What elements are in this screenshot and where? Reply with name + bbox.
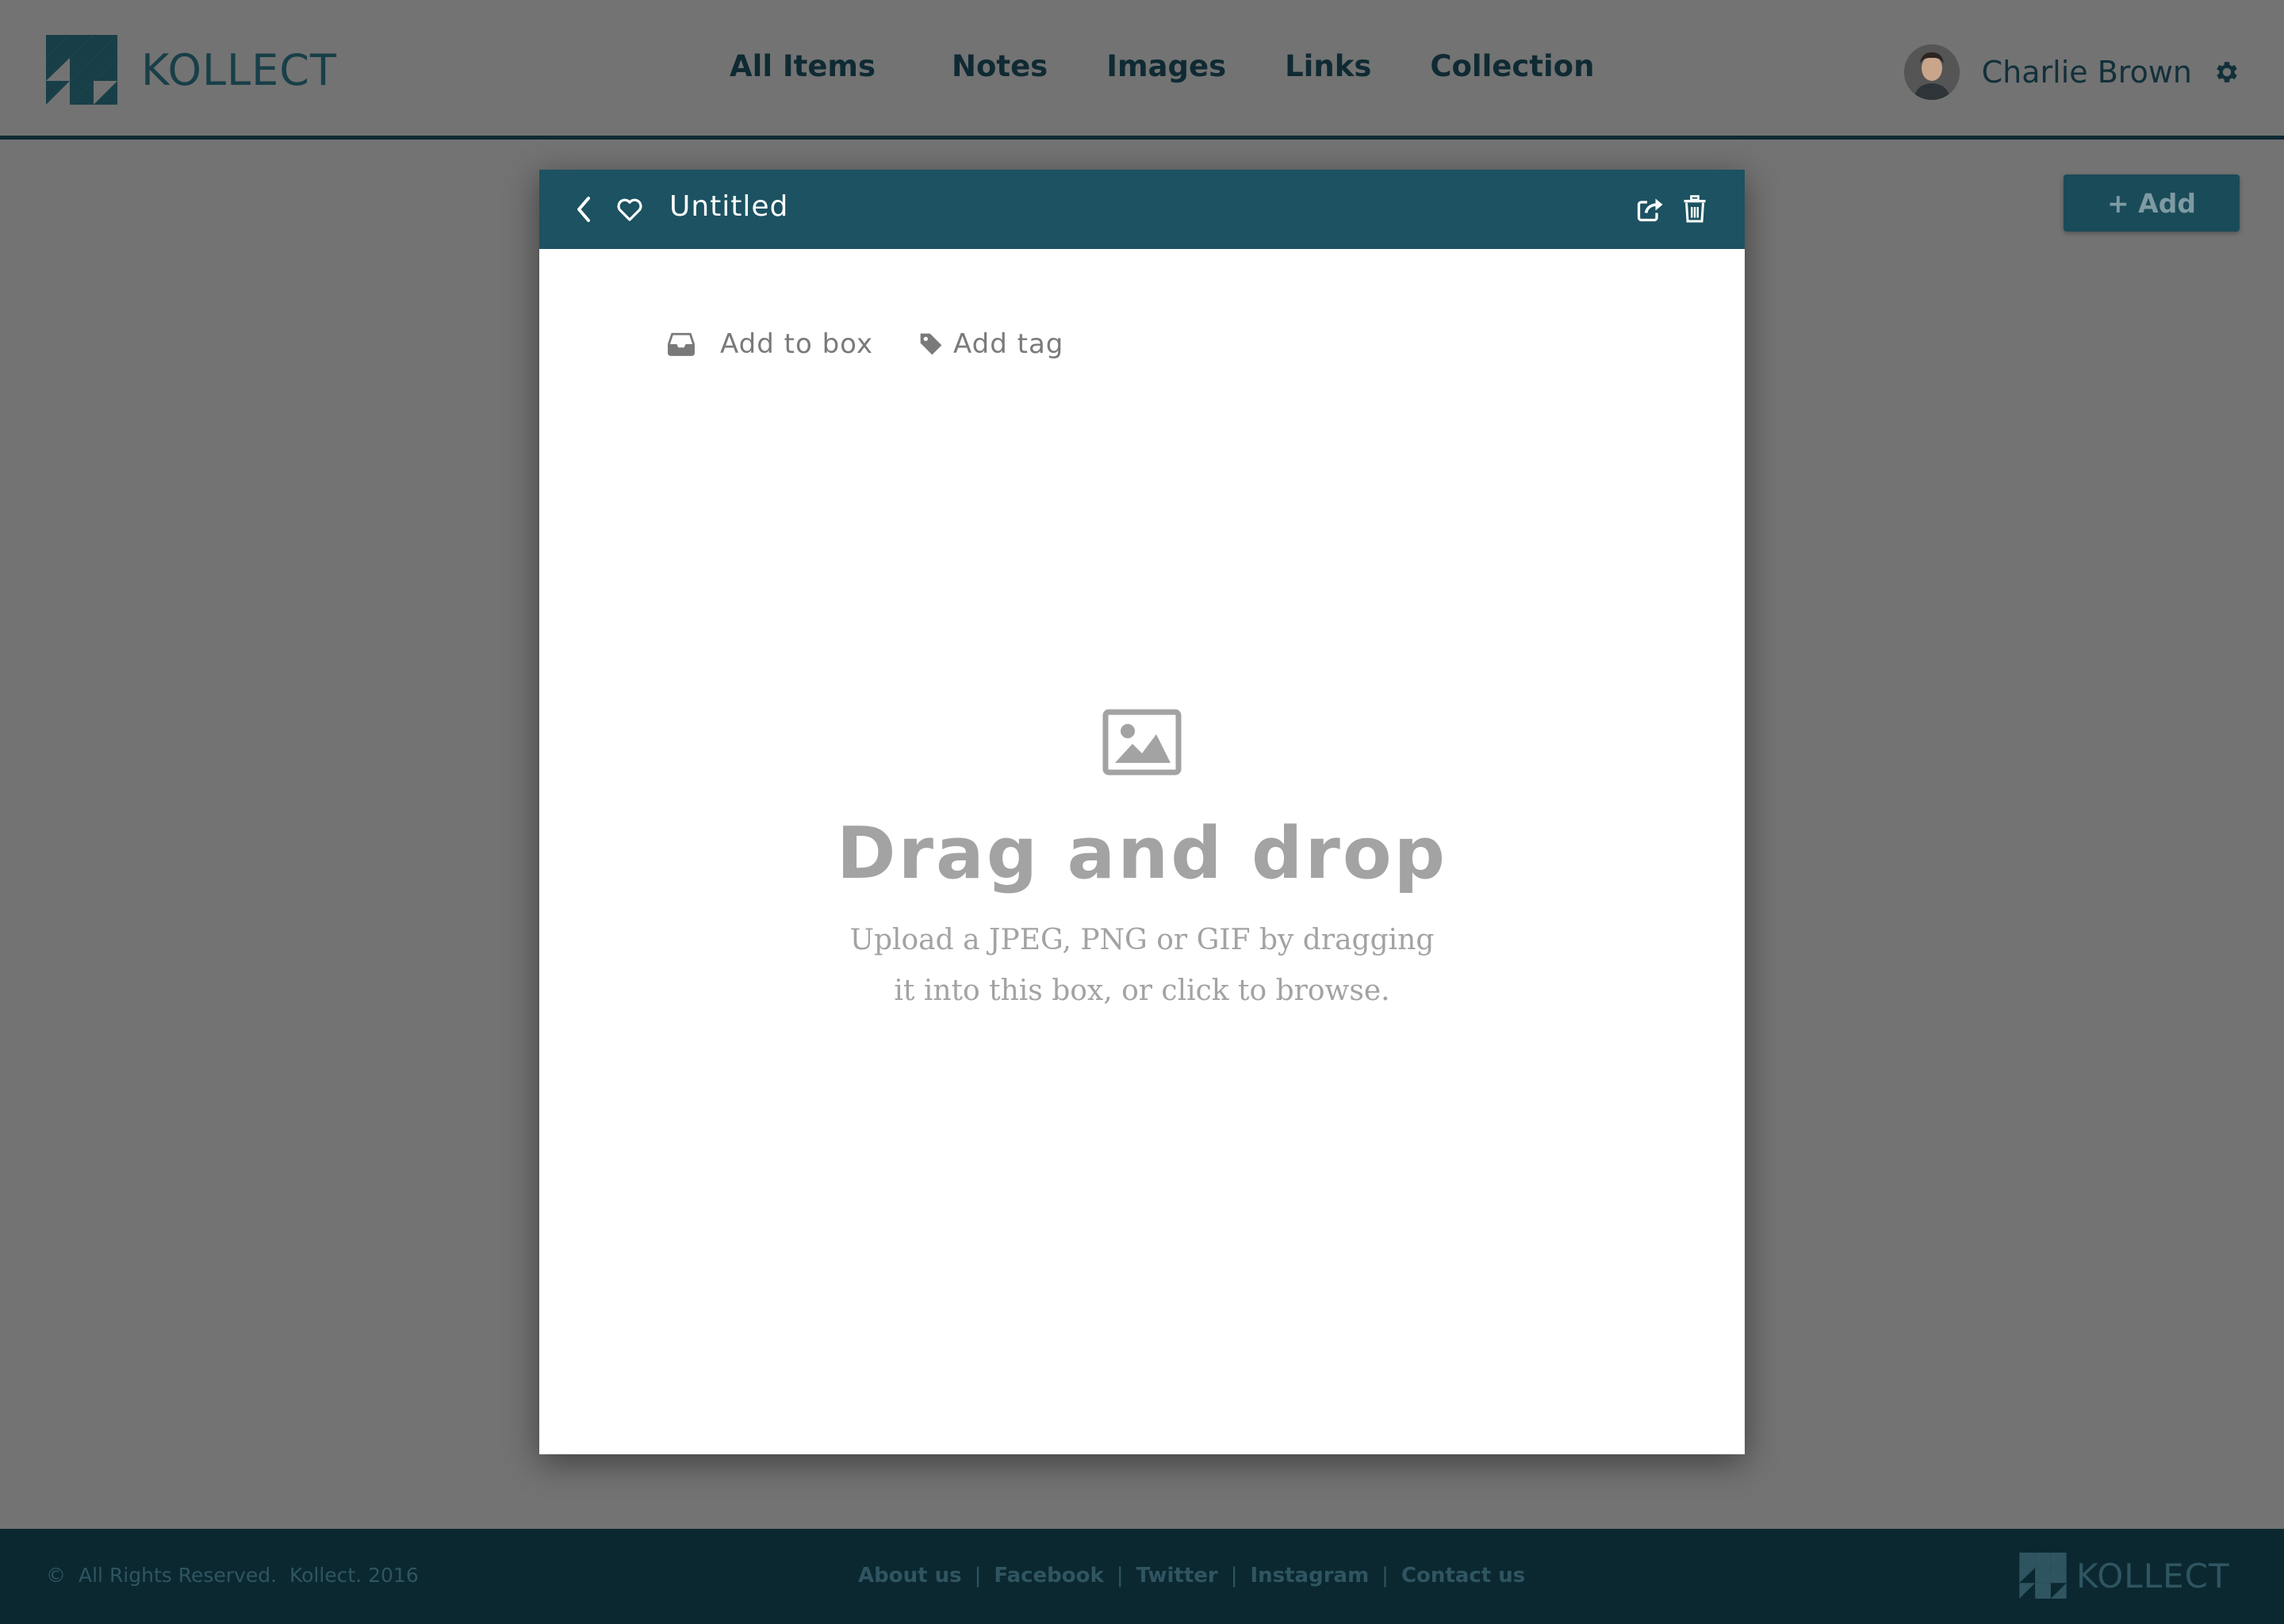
copyright-text: All Rights Reserved. Kollect. 2016 bbox=[79, 1564, 419, 1587]
nav-item-notes[interactable]: Notes bbox=[952, 49, 1048, 83]
add-to-box-button[interactable]: Add to box bbox=[668, 328, 873, 360]
share-icon[interactable] bbox=[1635, 195, 1664, 224]
nav-item-links[interactable]: Links bbox=[1285, 49, 1371, 83]
add-to-box-label: Add to box bbox=[720, 328, 874, 360]
image-upload-modal: Untitled Add to box Add tag Drag and dro… bbox=[539, 170, 1745, 1454]
triangle-grid-logo-icon bbox=[2019, 1553, 2067, 1599]
footer-separator: | bbox=[974, 1564, 982, 1588]
footer-brand-logo[interactable]: KOLLECT bbox=[2019, 1553, 2230, 1599]
heart-icon[interactable] bbox=[615, 197, 644, 222]
image-dropzone[interactable]: Drag and drop Upload a JPEG, PNG or GIF … bbox=[539, 693, 1745, 1026]
avatar[interactable] bbox=[1903, 44, 1960, 100]
page-footer: © All Rights Reserved. Kollect. 2016 Abo… bbox=[0, 1529, 2284, 1624]
copyright-notice: © All Rights Reserved. Kollect. 2016 bbox=[46, 1564, 419, 1587]
drop-description: Upload a JPEG, PNG or GIF by dragging it… bbox=[539, 915, 1745, 1017]
nav-item-all-items[interactable]: All Items bbox=[730, 49, 876, 83]
copyright-symbol: © bbox=[46, 1564, 66, 1587]
footer-separator: | bbox=[1382, 1564, 1389, 1588]
item-title[interactable]: Untitled bbox=[669, 190, 788, 223]
chevron-left-icon[interactable] bbox=[574, 195, 593, 224]
brand-logo[interactable]: KOLLECT bbox=[46, 35, 337, 105]
add-tag-button[interactable]: Add tag bbox=[918, 328, 1063, 360]
user-name[interactable]: Charlie Brown bbox=[1982, 55, 2192, 90]
drop-title: Drag and drop bbox=[836, 812, 1448, 895]
footer-separator: | bbox=[1230, 1564, 1238, 1588]
footer-link-about-us[interactable]: About us bbox=[858, 1564, 962, 1588]
triangle-grid-logo-icon bbox=[46, 35, 117, 105]
avatar-portrait-icon bbox=[1903, 44, 1960, 100]
inbox-icon bbox=[668, 332, 695, 356]
footer-link-instagram[interactable]: Instagram bbox=[1250, 1564, 1369, 1588]
nav-item-collection[interactable]: Collection bbox=[1430, 49, 1594, 83]
footer-brand-name: KOLLECT bbox=[2076, 1556, 2230, 1595]
modal-header-bar: Untitled bbox=[539, 170, 1745, 249]
trash-icon[interactable] bbox=[1683, 195, 1707, 224]
add-item-button[interactable]: + Add bbox=[2064, 174, 2240, 232]
footer-link-contact-us[interactable]: Contact us bbox=[1401, 1564, 1525, 1588]
brand-name: KOLLECT bbox=[141, 44, 337, 95]
drop-description-line-2: it into this box, or click to browse. bbox=[894, 975, 1390, 1007]
top-header: KOLLECT All Items Notes Images Links Col… bbox=[0, 0, 2284, 140]
image-icon bbox=[1102, 709, 1182, 776]
user-menu: Charlie Brown bbox=[1903, 44, 2241, 100]
nav-item-images[interactable]: Images bbox=[1106, 49, 1226, 83]
footer-link-twitter[interactable]: Twitter bbox=[1136, 1564, 1218, 1588]
footer-separator: | bbox=[1116, 1564, 1124, 1588]
footer-links: About us | Facebook | Twitter | Instagra… bbox=[858, 1564, 1525, 1588]
main-nav: All Items Notes Images Links Collection bbox=[730, 49, 1594, 83]
add-tag-label: Add tag bbox=[953, 328, 1064, 360]
drop-description-line-1: Upload a JPEG, PNG or GIF by dragging bbox=[849, 924, 1435, 956]
footer-link-facebook[interactable]: Facebook bbox=[994, 1564, 1103, 1588]
tag-icon bbox=[920, 333, 942, 355]
gear-icon[interactable] bbox=[2213, 58, 2241, 86]
